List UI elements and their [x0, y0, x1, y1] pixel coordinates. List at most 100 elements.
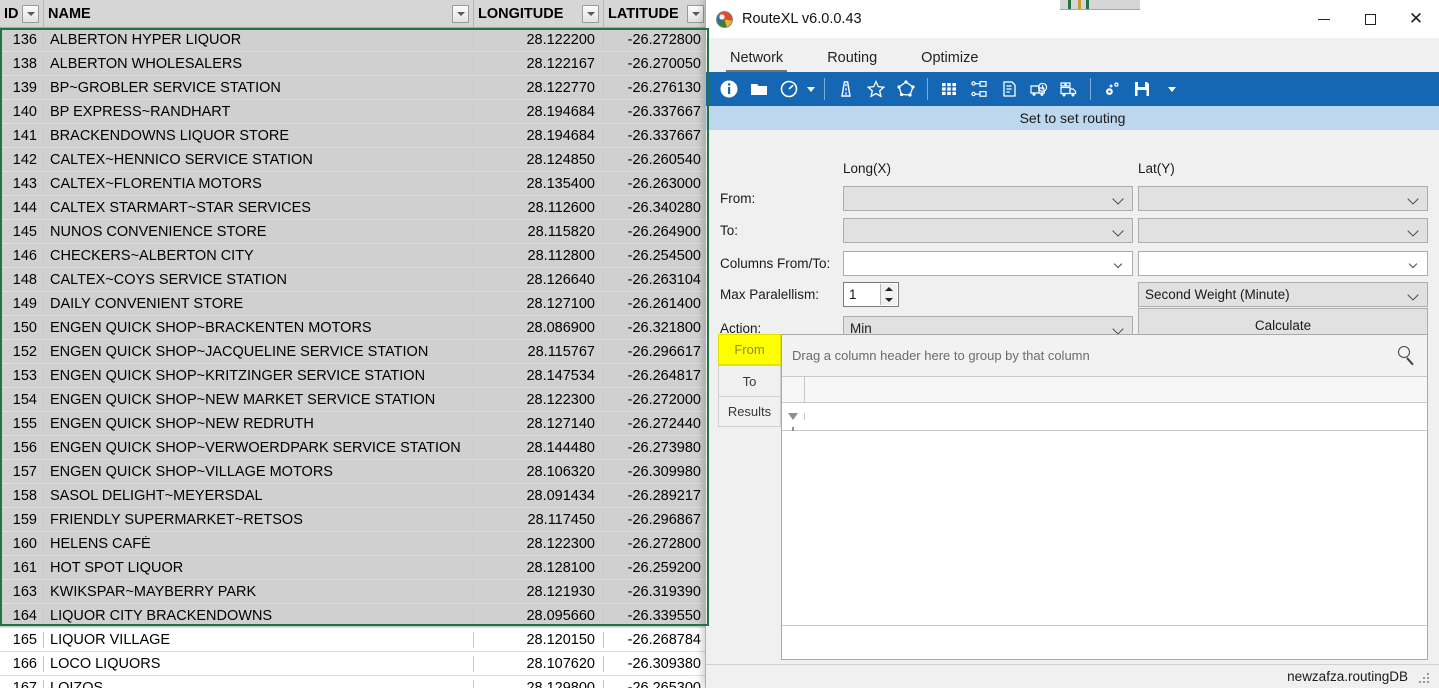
cell-longitude[interactable]: 28.107620: [474, 655, 604, 672]
cell-name[interactable]: ENGEN QUICK SHOP~BRACKENTEN MOTORS: [44, 319, 474, 336]
cell-name[interactable]: ALBERTON HYPER LIQUOR: [44, 31, 474, 48]
cell-id[interactable]: 152: [0, 343, 44, 360]
cell-name[interactable]: LOCO LIQUORS: [44, 655, 474, 672]
stepper-arrows[interactable]: [880, 284, 897, 305]
stepper-up-button[interactable]: [881, 284, 897, 295]
cell-name[interactable]: CALTEX~FLORENTIA MOTORS: [44, 175, 474, 192]
cell-longitude[interactable]: 28.127140: [474, 415, 604, 432]
cell-id[interactable]: 159: [0, 511, 44, 528]
cell-longitude[interactable]: 28.115767: [474, 343, 604, 360]
cell-name[interactable]: ENGEN QUICK SHOP~NEW MARKET SERVICE STAT…: [44, 391, 474, 408]
cell-latitude[interactable]: -26.264900: [604, 224, 709, 240]
cell-name[interactable]: BP EXPRESS~RANDHART: [44, 103, 474, 120]
table-row[interactable]: 154 ENGEN QUICK SHOP~NEW MARKET SERVICE S…: [0, 388, 710, 412]
cell-longitude[interactable]: 28.122770: [474, 79, 604, 96]
cell-longitude[interactable]: 28.120150: [474, 631, 604, 648]
dropdown-caret-icon[interactable]: [804, 86, 818, 92]
cell-name[interactable]: HOT SPOT LIQUOR: [44, 559, 474, 576]
cell-id[interactable]: 157: [0, 463, 44, 480]
cell-name[interactable]: KWIKSPAR~MAYBERRY PARK: [44, 583, 474, 600]
cell-name[interactable]: ENGEN QUICK SHOP~VILLAGE MOTORS: [44, 463, 474, 480]
cell-longitude[interactable]: 28.129800: [474, 679, 604, 688]
cell-latitude[interactable]: -26.270050: [604, 56, 709, 72]
table-row[interactable]: 167 LOIZOS 28.129800 -26.265300: [0, 676, 710, 688]
cell-longitude[interactable]: 28.121930: [474, 583, 604, 600]
cell-longitude[interactable]: 28.112600: [474, 199, 604, 216]
cell-longitude[interactable]: 28.112800: [474, 247, 604, 264]
table-row[interactable]: 155 ENGEN QUICK SHOP~NEW REDRUTH 28.127140…: [0, 412, 710, 436]
routexl-window[interactable]: RouteXL v6.0.0.43 ✕ Network Routing Opti…: [705, 0, 1439, 688]
cell-id[interactable]: 149: [0, 295, 44, 312]
cell-latitude[interactable]: -26.321800: [604, 320, 709, 336]
table-row[interactable]: 166 LOCO LIQUORS 28.107620 -26.309380: [0, 652, 710, 676]
minimize-button[interactable]: [1301, 0, 1347, 38]
road-icon[interactable]: [831, 74, 861, 104]
cell-longitude[interactable]: 28.122167: [474, 55, 604, 72]
table-row[interactable]: 160 HELENS CAFÉ 28.122300 -26.272800: [0, 532, 710, 556]
table-row[interactable]: 156 ENGEN QUICK SHOP~VERWOERDPARK SERVICE…: [0, 436, 710, 460]
cell-longitude[interactable]: 28.128100: [474, 559, 604, 576]
cell-latitude[interactable]: -26.309380: [604, 656, 709, 672]
cell-id[interactable]: 142: [0, 151, 44, 168]
cell-id[interactable]: 153: [0, 367, 44, 384]
cell-id[interactable]: 144: [0, 199, 44, 216]
cell-id[interactable]: 166: [0, 655, 44, 672]
cell-id[interactable]: 136: [0, 31, 44, 48]
close-button[interactable]: ✕: [1393, 0, 1439, 38]
table-row[interactable]: 159 FRIENDLY SUPERMARKET~RETSOS 28.117450-…: [0, 508, 710, 532]
matrix-grid-icon[interactable]: [934, 74, 964, 104]
table-row[interactable]: 146 CHECKERS~ALBERTON CITY 28.112800 -26.25…: [0, 244, 710, 268]
cell-id[interactable]: 139: [0, 79, 44, 96]
cell-name[interactable]: BRACKENDOWNS LIQUOR STORE: [44, 127, 474, 144]
cell-latitude[interactable]: -26.272800: [604, 536, 709, 552]
cell-longitude[interactable]: 28.194684: [474, 103, 604, 120]
cell-latitude[interactable]: -26.339550: [604, 608, 709, 624]
cell-id[interactable]: 150: [0, 319, 44, 336]
cell-name[interactable]: FRIENDLY SUPERMARKET~RETSOS: [44, 511, 474, 528]
cell-id[interactable]: 143: [0, 175, 44, 192]
cell-latitude[interactable]: -26.259200: [604, 560, 709, 576]
info-icon[interactable]: [714, 74, 744, 104]
cell-latitude[interactable]: -26.273980: [604, 440, 709, 456]
cell-name[interactable]: BP~GROBLER SERVICE STATION: [44, 79, 474, 96]
cell-name[interactable]: ALBERTON WHOLESALERS: [44, 55, 474, 72]
grid-body[interactable]: Drag a column header here to group by th…: [781, 334, 1428, 660]
overflow-caret-icon[interactable]: [1165, 86, 1179, 92]
cell-name[interactable]: LIQUOR VILLAGE: [44, 631, 474, 648]
column-header-name[interactable]: NAME: [44, 0, 474, 27]
cell-id[interactable]: 145: [0, 223, 44, 240]
cell-id[interactable]: 148: [0, 271, 44, 288]
filter-dropdown-icon-id[interactable]: [22, 4, 39, 23]
cell-name[interactable]: CALTEX~HENNICO SERVICE STATION: [44, 151, 474, 168]
cell-latitude[interactable]: -26.309980: [604, 464, 709, 480]
cell-id[interactable]: 165: [0, 631, 44, 648]
cell-name[interactable]: NUNOS CONVENIENCE STORE: [44, 223, 474, 240]
cell-latitude[interactable]: -26.296867: [604, 512, 709, 528]
cell-latitude[interactable]: -26.340280: [604, 200, 709, 216]
document-icon[interactable]: [994, 74, 1024, 104]
delivery-truck-icon[interactable]: [1054, 74, 1084, 104]
cell-name[interactable]: ENGEN QUICK SHOP~NEW REDRUTH: [44, 415, 474, 432]
cell-id[interactable]: 156: [0, 439, 44, 456]
cell-latitude[interactable]: -26.276130: [604, 80, 709, 96]
table-row[interactable]: 142 CALTEX~HENNICO SERVICE STATION 28.1248…: [0, 148, 710, 172]
table-row[interactable]: 161 HOT SPOT LIQUOR 28.128100 -26.259200: [0, 556, 710, 580]
cell-latitude[interactable]: -26.263104: [604, 272, 709, 288]
table-row[interactable]: 143 CALTEX~FLORENTIA MOTORS 28.135400 -26.2…: [0, 172, 710, 196]
column-header-longitude[interactable]: LONGITUDE: [474, 0, 604, 27]
cell-id[interactable]: 160: [0, 535, 44, 552]
cell-id[interactable]: 161: [0, 559, 44, 576]
tab-optimize[interactable]: Optimize: [917, 47, 996, 72]
table-row[interactable]: 145 NUNOS CONVENIENCE STORE 28.115820 -26.2…: [0, 220, 710, 244]
from-lat-combo[interactable]: [1138, 186, 1428, 211]
cell-latitude[interactable]: -26.261400: [604, 296, 709, 312]
cell-name[interactable]: CALTEX STARMART~STAR SERVICES: [44, 199, 474, 216]
cell-longitude[interactable]: 28.135400: [474, 175, 604, 192]
folder-icon[interactable]: [744, 74, 774, 104]
cell-latitude[interactable]: -26.337667: [604, 104, 709, 120]
settings-gear-icon[interactable]: [1097, 74, 1127, 104]
cell-name[interactable]: CHECKERS~ALBERTON CITY: [44, 247, 474, 264]
cell-id[interactable]: 167: [0, 679, 44, 688]
cell-longitude[interactable]: 28.106320: [474, 463, 604, 480]
filter-dropdown-icon-longitude[interactable]: [582, 4, 599, 23]
